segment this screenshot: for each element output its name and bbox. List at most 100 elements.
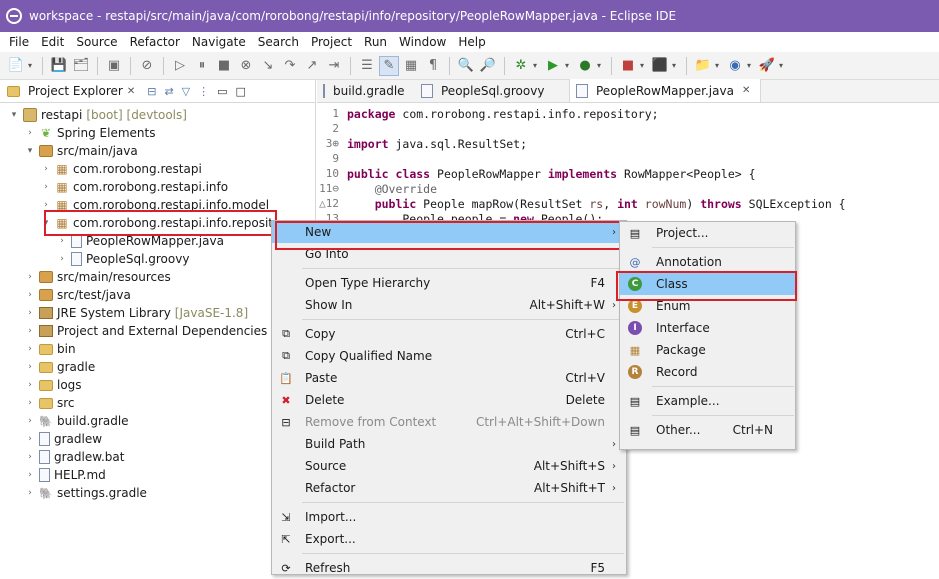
code-editor[interactable]: 1 package com.rorobong.restapi.info.repos… [317, 103, 939, 226]
new-icon[interactable]: 📄 [6, 56, 26, 76]
disconnect-icon[interactable]: ⊗ [236, 56, 256, 76]
toggle-block-selection-icon[interactable]: ▦ [401, 56, 421, 76]
menu-item-annotation[interactable]: @ Annotation [620, 251, 795, 273]
open-type-icon[interactable]: 🔍 [456, 56, 476, 76]
dropdown-arrow-icon[interactable]: ▾ [640, 61, 648, 70]
menu-item-record[interactable]: R Record [620, 361, 795, 383]
menu-item-package[interactable]: ▦ Package [620, 339, 795, 361]
tree-item-build-gradle[interactable]: › 🐘 build.gradle [0, 412, 315, 430]
expand-arrow-icon[interactable]: › [24, 128, 36, 138]
tab-peoplesql-groovy[interactable]: PeopleSql.groovy [409, 79, 569, 102]
tree-item-restapi[interactable]: ▾ restapi [boot] [devtools] [0, 106, 315, 124]
tree-item-bin[interactable]: › bin [0, 340, 315, 358]
expand-arrow-icon[interactable]: › [56, 254, 68, 264]
tree-item-logs[interactable]: › logs [0, 376, 315, 394]
code-line[interactable]: △12 public People mapRow(ResultSet rs, i… [317, 196, 939, 211]
tree-item-settings-gradle[interactable]: › 🐘 settings.gradle [0, 484, 315, 502]
menu-item-refresh[interactable]: ⟳ Refresh F5 [272, 557, 626, 579]
close-icon[interactable]: ✕ [127, 86, 135, 97]
dropdown-arrow-icon[interactable]: ▾ [715, 61, 723, 70]
expand-arrow-icon[interactable]: › [40, 182, 52, 192]
expand-arrow-icon[interactable]: › [24, 452, 36, 462]
step-return-icon[interactable]: ↗ [302, 56, 322, 76]
expand-arrow-icon[interactable]: › [24, 434, 36, 444]
menu-item-copy[interactable]: ⧉ Copy Ctrl+C [272, 323, 626, 345]
expand-arrow-icon[interactable]: › [24, 362, 36, 372]
menu-project[interactable]: Project [305, 32, 358, 52]
code-line[interactable]: 1 package com.rorobong.restapi.info.repos… [317, 106, 939, 121]
expand-arrow-icon[interactable]: › [24, 290, 36, 300]
menu-source[interactable]: Source [70, 32, 123, 52]
toggle-ant-editor-icon[interactable]: ☰ [357, 56, 377, 76]
menu-item-other[interactable]: ▤ Other... Ctrl+N [620, 419, 795, 441]
new-class-icon[interactable]: ◉ [725, 56, 745, 76]
tree-item-src[interactable]: › src [0, 394, 315, 412]
menu-navigate[interactable]: Navigate [186, 32, 252, 52]
tree-item-gradlew-bat[interactable]: › gradlew.bat [0, 448, 315, 466]
dropdown-arrow-icon[interactable]: ▾ [779, 61, 787, 70]
minimize-icon[interactable]: ▭ [217, 85, 227, 98]
tree-item-gradlew[interactable]: › gradlew [0, 430, 315, 448]
dropdown-arrow-icon[interactable]: ▾ [597, 61, 605, 70]
tree-item-src-main-resources[interactable]: › src/main/resources [0, 268, 315, 286]
expand-arrow-icon[interactable]: › [24, 308, 36, 318]
drop-to-frame-icon[interactable]: ⇥ [324, 56, 344, 76]
tree-item-gradle[interactable]: › gradle [0, 358, 315, 376]
expand-arrow-icon[interactable]: › [24, 398, 36, 408]
expand-arrow-icon[interactable]: › [56, 236, 68, 246]
expand-arrow-icon[interactable]: › [24, 272, 36, 282]
tree-item-groovy-file[interactable]: › PeopleSql.groovy [0, 250, 315, 268]
dropdown-arrow-icon[interactable]: ▾ [565, 61, 573, 70]
expand-arrow-icon[interactable]: › [24, 344, 36, 354]
menu-item-remove-from-context[interactable]: ⊟ Remove from Context Ctrl+Alt+Shift+Down [272, 411, 626, 433]
expand-arrow-icon[interactable]: › [24, 488, 36, 498]
boot-dashboard-icon[interactable]: ⬛ [650, 56, 670, 76]
menu-item-source[interactable]: Source Alt+Shift+S › [272, 455, 626, 477]
code-line[interactable]: 9 [317, 151, 939, 166]
menu-item-delete[interactable]: ✖ Delete Delete [272, 389, 626, 411]
skip-breakpoints-icon[interactable]: ⊘ [137, 56, 157, 76]
menu-item-project[interactable]: ▤ Project... [620, 222, 795, 244]
menu-item-open-type-hierarchy[interactable]: Open Type Hierarchy F4 [272, 272, 626, 294]
new-java-project-icon[interactable]: 📁 [693, 56, 713, 76]
resume-icon[interactable]: ▷ [170, 56, 190, 76]
code-line[interactable]: 11⊖ @Override [317, 181, 939, 196]
tree-item-spring-elements[interactable]: › ❦ Spring Elements [0, 124, 315, 142]
menu-item-example[interactable]: ▤ Example... [620, 390, 795, 412]
dropdown-arrow-icon[interactable]: ▾ [747, 61, 755, 70]
filter-icon[interactable]: ▽ [182, 85, 190, 98]
menu-item-interface[interactable]: I Interface [620, 317, 795, 339]
tab-peoplerowmapper-java[interactable]: PeopleRowMapper.java ✕ [569, 79, 762, 102]
code-line[interactable]: 2 [317, 121, 939, 136]
coverage-icon[interactable]: ● [575, 56, 595, 76]
link-with-editor-icon[interactable]: ⇄ [164, 85, 173, 98]
step-over-icon[interactable]: ↷ [280, 56, 300, 76]
menu-item-paste[interactable]: 📋 Paste Ctrl+V [272, 367, 626, 389]
spring-icon[interactable]: 🚀 [757, 56, 777, 76]
save-icon[interactable]: 💾 [49, 56, 69, 76]
dropdown-arrow-icon[interactable]: ▾ [533, 61, 541, 70]
stop-icon[interactable]: ■ [618, 56, 638, 76]
menu-edit[interactable]: Edit [35, 32, 70, 52]
menu-item-show-in[interactable]: Show In Alt+Shift+W › [272, 294, 626, 316]
close-icon[interactable]: ✕ [742, 85, 750, 96]
expand-arrow-icon[interactable]: › [24, 380, 36, 390]
dropdown-arrow-icon[interactable]: ▾ [672, 61, 680, 70]
code-line[interactable]: 3⊕ import java.sql.ResultSet; [317, 136, 939, 151]
suspend-icon[interactable]: ⏸ [192, 56, 212, 76]
toggle-mark-occurrences-icon[interactable]: ✎ [379, 55, 399, 76]
tree-item-jre-library[interactable]: › JRE System Library [JavaSE-1.8] [0, 304, 315, 322]
terminate-icon[interactable]: ■ [214, 56, 234, 76]
menu-refactor[interactable]: Refactor [124, 32, 186, 52]
menu-item-refactor[interactable]: Refactor Alt+Shift+T › [272, 477, 626, 499]
expand-arrow-icon[interactable]: › [40, 200, 52, 210]
expand-arrow-icon[interactable]: › [24, 416, 36, 426]
tree-item-package[interactable]: › ▦ com.rorobong.restapi.info [0, 178, 315, 196]
code-line[interactable]: 10 public class PeopleRowMapper implement… [317, 166, 939, 181]
step-into-icon[interactable]: ↘ [258, 56, 278, 76]
run-icon[interactable]: ▶ [543, 56, 563, 76]
project-explorer-tab[interactable]: Project Explorer ✕ ⊟ ⇄ ▽ ⋮ ▭ □ [0, 80, 315, 103]
menu-file[interactable]: File [3, 32, 35, 52]
menu-item-copy-qualified-name[interactable]: ⧉ Copy Qualified Name [272, 345, 626, 367]
tree-item-dependencies[interactable]: › Project and External Dependencies [0, 322, 315, 340]
